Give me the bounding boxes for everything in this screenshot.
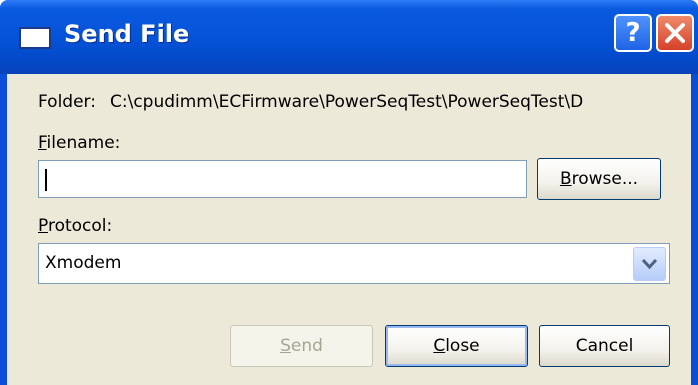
send-button[interactable]: Send	[230, 325, 373, 367]
send-file-dialog: Send File ? Folder: C:\cpudimm\ECFirmwar…	[0, 0, 698, 385]
browse-label: rowse...	[571, 169, 639, 189]
title-bar[interactable]: Send File ?	[0, 0, 698, 74]
close-window-button[interactable]	[656, 14, 694, 52]
send-mnemonic: S	[280, 336, 291, 356]
filename-label-text: ilename:	[46, 133, 121, 153]
protocol-dropdown-button[interactable]	[633, 247, 666, 281]
folder-path: C:\cpudimm\ECFirmware\PowerSeqTest\Power…	[110, 92, 584, 112]
protocol-select[interactable]: Xmodem	[38, 243, 670, 284]
help-button[interactable]: ?	[614, 14, 652, 52]
browse-mnemonic: B	[559, 169, 572, 189]
dialog-body: Folder: C:\cpudimm\ECFirmware\PowerSeqTe…	[7, 74, 691, 385]
protocol-selected-value: Xmodem	[45, 253, 122, 273]
filename-input[interactable]	[38, 160, 527, 198]
close-icon	[665, 23, 685, 43]
chevron-down-icon	[641, 258, 658, 270]
protocol-label-mnemonic: P	[38, 216, 48, 236]
filename-label: Filename:	[38, 133, 120, 153]
folder-label: Folder:	[38, 92, 96, 112]
protocol-label: Protocol:	[38, 216, 112, 236]
text-caret	[45, 169, 47, 191]
cancel-button[interactable]: Cancel	[539, 325, 670, 367]
close-button[interactable]: Close	[385, 325, 528, 367]
window-icon	[19, 27, 51, 49]
filename-label-mnemonic: F	[38, 133, 47, 153]
send-label: end	[290, 336, 323, 356]
protocol-label-text: rotocol:	[47, 216, 113, 236]
close-label: lose	[445, 336, 480, 356]
window-title: Send File	[64, 20, 190, 48]
browse-button[interactable]: Browse...	[537, 158, 661, 200]
close-mnemonic: C	[433, 336, 446, 356]
